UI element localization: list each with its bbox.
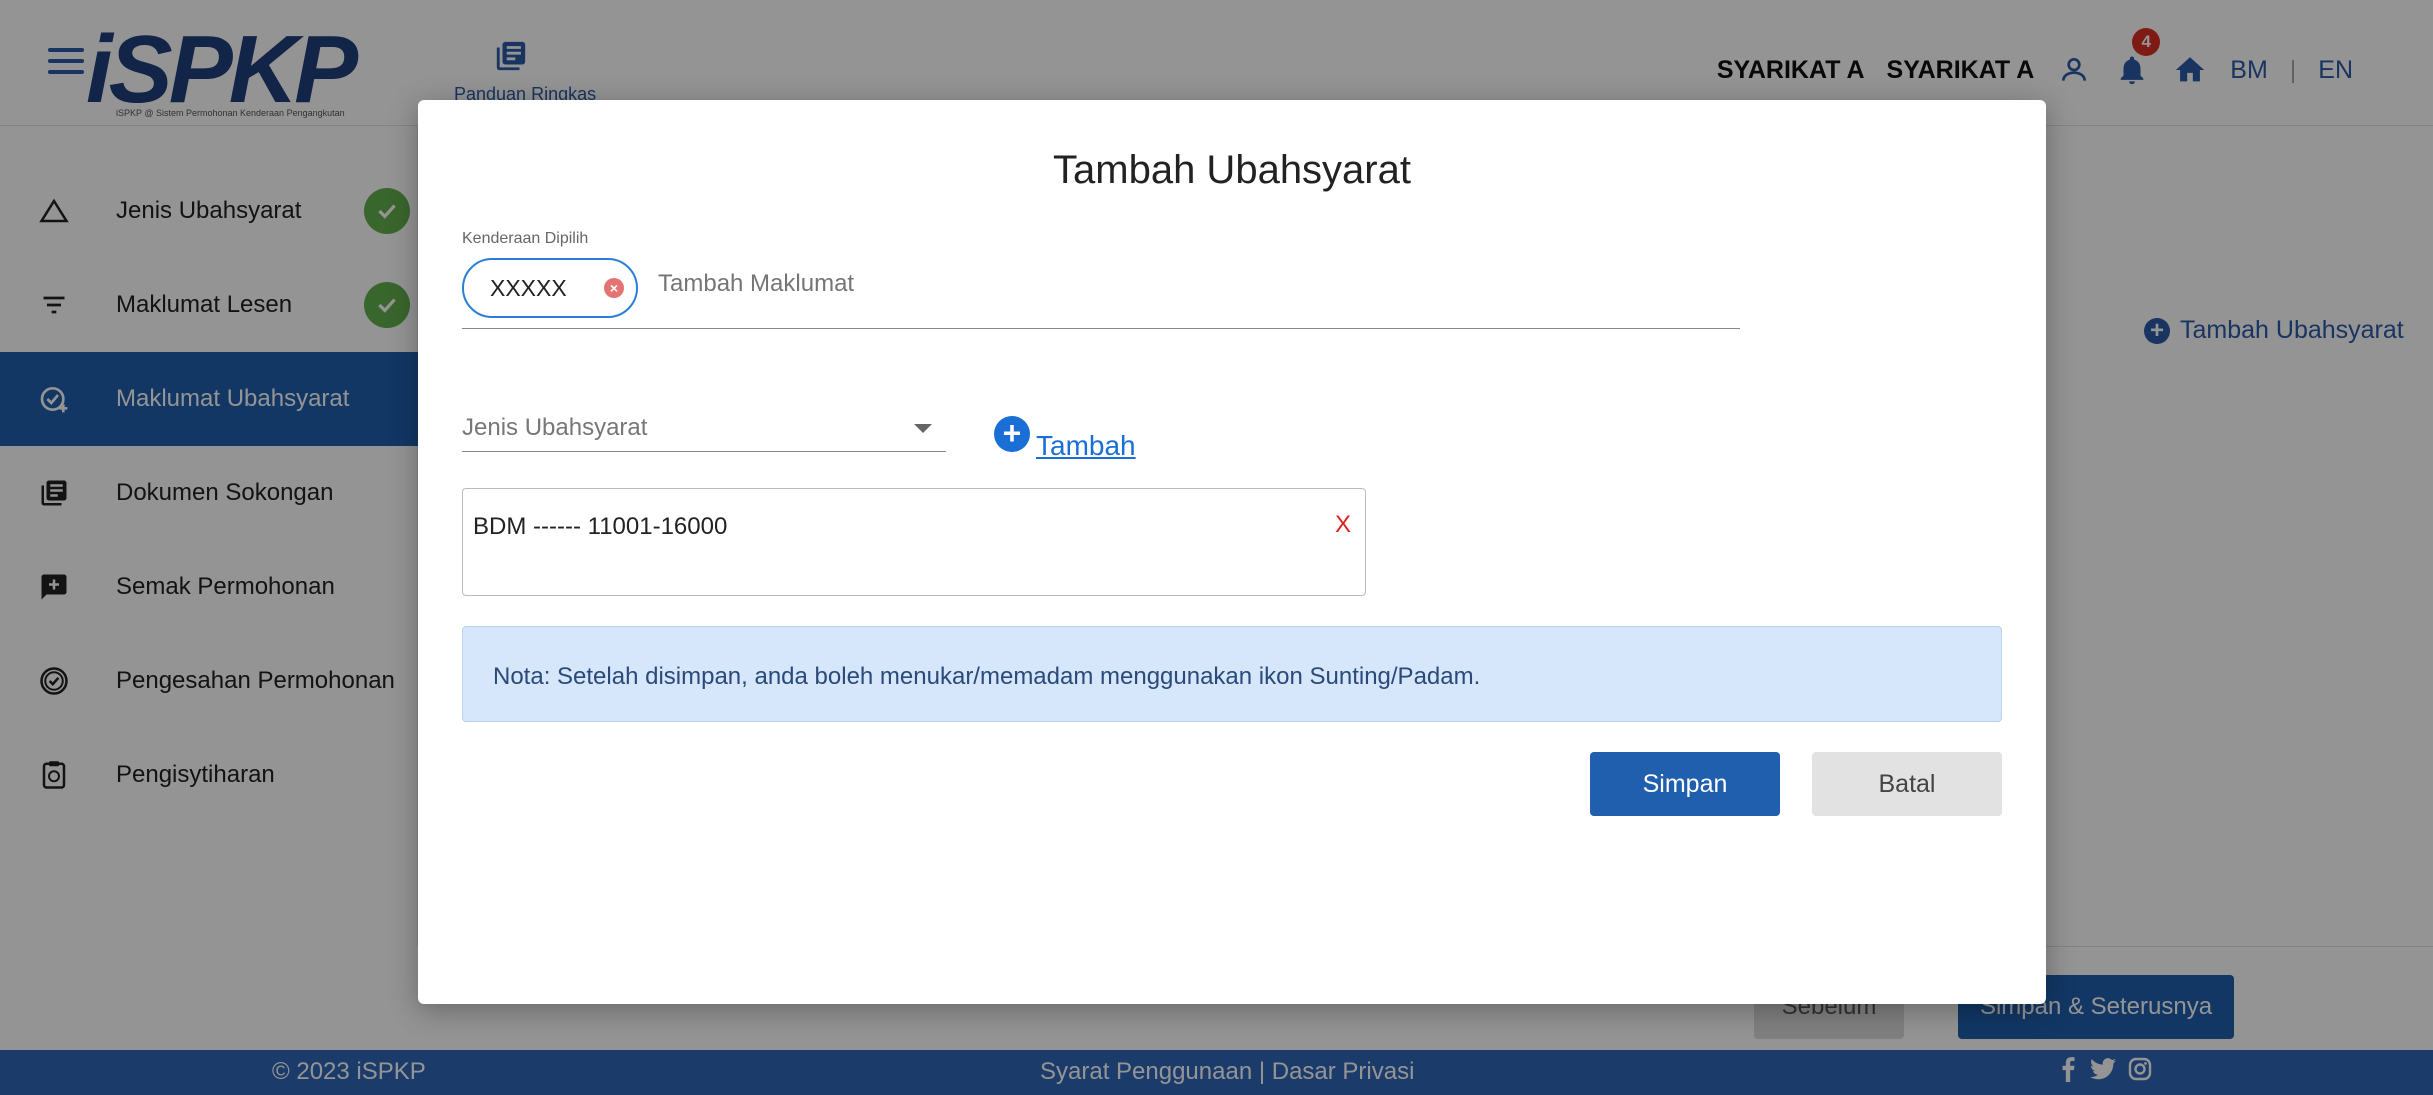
vehicle-chip-label: XXXXX	[490, 274, 567, 301]
vehicle-chip[interactable]: XXXXX ×	[462, 258, 638, 318]
info-note-text: Nota: Setelah disimpan, anda boleh menuk…	[493, 663, 1481, 690]
dialog-title: Tambah Ubahsyarat	[1053, 148, 1411, 192]
list-item: BDM ------ 11001-16000	[473, 513, 728, 540]
add-item-label: Tambah	[1036, 430, 1136, 461]
chip-remove-icon[interactable]: ×	[604, 278, 624, 298]
info-note: Nota: Setelah disimpan, anda boleh menuk…	[462, 626, 2002, 722]
plus-circle-icon: +	[994, 416, 1030, 452]
cancel-button[interactable]: Batal	[1812, 752, 2002, 816]
remove-item-button[interactable]: X	[1335, 511, 1351, 539]
jenis-ubahsyarat-select[interactable]: Jenis Ubahsyarat	[462, 400, 946, 452]
vehicle-field-underline	[462, 328, 1740, 329]
select-placeholder: Jenis Ubahsyarat	[462, 414, 648, 441]
add-ubahsyarat-dialog: Tambah Ubahsyarat Kenderaan Dipilih XXXX…	[418, 100, 2046, 1004]
add-item-button[interactable]: + Tambah	[994, 406, 1136, 462]
vehicle-field-caption: Kenderaan Dipilih	[462, 230, 589, 247]
selected-items-list: BDM ------ 11001-16000 X	[462, 488, 1366, 596]
vehicle-input[interactable]	[658, 270, 1258, 298]
save-button[interactable]: Simpan	[1590, 752, 1780, 816]
dropdown-arrow-icon	[914, 424, 932, 433]
